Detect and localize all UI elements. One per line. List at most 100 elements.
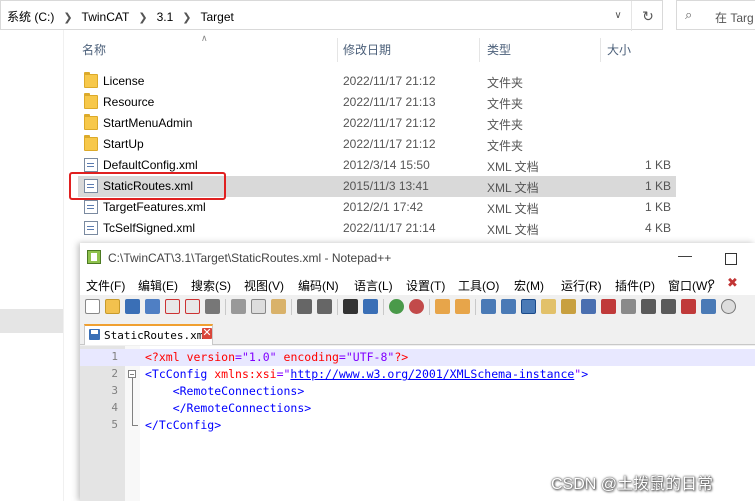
file-row-startup[interactable]: StartUp 2022/11/17 21:12 文件夹 [78, 134, 676, 155]
save-macro-icon[interactable] [681, 299, 696, 314]
file-type: 文件夹 [487, 97, 524, 111]
close-file-icon[interactable] [165, 299, 180, 314]
record-macro-icon[interactable] [601, 299, 616, 314]
paste-icon[interactable] [271, 299, 286, 314]
toolbar-separator [475, 299, 476, 315]
tab-label: StaticRoutes.xml [104, 329, 210, 342]
search-placeholder: 在 Targ [715, 11, 754, 25]
menu-window[interactable]: 窗口(W) [668, 277, 711, 294]
file-type: 文件夹 [487, 118, 524, 132]
watermark: CSDN @土拨鼠的日常 [551, 476, 714, 493]
code-line[interactable]: 2 <TcConfig xmlns:xsi="http://www.w3.org… [80, 366, 755, 383]
stop-recording-icon[interactable] [621, 299, 636, 314]
run-macro-multiple-icon[interactable] [661, 299, 676, 314]
sync-horizontal-icon[interactable] [455, 299, 470, 314]
notepadpp-title-bar[interactable]: C:\TwinCAT\3.1\Target\StaticRoutes.xml -… [80, 243, 755, 273]
file-name: TcSelfSigned.xml [103, 221, 196, 235]
minimize-icon[interactable]: — [677, 248, 693, 265]
indent-guide-icon[interactable] [521, 299, 536, 314]
breadcrumb-twincat[interactable]: TwinCAT [82, 10, 130, 24]
file-type: XML 文档 [487, 181, 539, 195]
menu-view[interactable]: 视图(V) [244, 277, 284, 294]
document-map-icon[interactable] [561, 299, 576, 314]
file-row-tcselfsigned[interactable]: TcSelfSigned.xml 2022/11/17 21:14 XML 文档… [78, 218, 676, 239]
function-list-icon[interactable] [581, 299, 596, 314]
column-header-type[interactable]: 类型 [487, 38, 511, 62]
search-input[interactable]: ⌕ 在 Targ [676, 0, 755, 30]
address-bar[interactable]: 系统 (C:) ❯ TwinCAT ❯ 3.1 ❯ Target ∨ ↻ [0, 0, 663, 31]
column-divider[interactable] [600, 38, 601, 62]
chevron-right-icon: ❯ [138, 12, 148, 24]
close-tab-icon[interactable]: ✕ [202, 328, 212, 339]
column-header-date[interactable]: 修改日期 [343, 38, 391, 62]
close-document-icon[interactable]: ✖ [727, 275, 738, 291]
fold-toggle-icon[interactable] [128, 370, 136, 378]
column-divider[interactable] [479, 38, 480, 62]
tab-staticroutes[interactable]: StaticRoutes.xml ✕ [84, 324, 213, 345]
menu-settings[interactable]: 设置(T) [406, 277, 445, 294]
breadcrumb-drive[interactable]: 系统 (C:) [7, 10, 54, 24]
code-line[interactable]: 3 <RemoteConnections> [80, 383, 755, 400]
cut-icon[interactable] [231, 299, 246, 314]
menu-run[interactable]: 运行(R) [561, 277, 602, 294]
search-icon: ⌕ [685, 7, 693, 22]
save-all-icon[interactable] [145, 299, 160, 314]
replace-icon[interactable] [363, 299, 378, 314]
column-divider[interactable] [337, 38, 338, 62]
file-row-license[interactable]: License 2022/11/17 21:12 文件夹 [78, 71, 676, 92]
close-all-icon[interactable] [185, 299, 200, 314]
line-number: 5 [111, 418, 118, 431]
zoom-out-icon[interactable] [409, 299, 424, 314]
menu-bar: 文件(F) 编辑(E) 搜索(S) 视图(V) 编码(N) 语言(L) 设置(T… [80, 273, 755, 295]
xml-file-icon [84, 200, 98, 214]
menu-file[interactable]: 文件(F) [86, 277, 125, 294]
undo-icon[interactable] [297, 299, 312, 314]
copy-icon[interactable] [251, 299, 266, 314]
file-size: 1 KB [644, 200, 671, 214]
toolbar-separator [337, 299, 338, 315]
file-date: 2022/11/17 21:12 [343, 116, 436, 130]
navigation-pane[interactable] [0, 30, 64, 501]
show-all-characters-icon[interactable] [501, 299, 516, 314]
breadcrumb-version[interactable]: 3.1 [157, 10, 174, 24]
zoom-in-icon[interactable] [389, 299, 404, 314]
monitoring-icon[interactable] [701, 299, 716, 314]
file-date: 2022/11/17 21:12 [343, 137, 436, 151]
eye-icon[interactable] [721, 299, 736, 314]
redo-icon[interactable] [317, 299, 332, 314]
menu-edit[interactable]: 编辑(E) [138, 277, 178, 294]
code-line[interactable]: 4 </RemoteConnections> [80, 400, 755, 417]
menu-language[interactable]: 语言(L) [354, 277, 393, 294]
menu-macro[interactable]: 宏(M) [514, 277, 544, 294]
file-row-targetfeatures[interactable]: TargetFeatures.xml 2012/2/1 17:42 XML 文档… [78, 197, 676, 218]
maximize-icon[interactable] [725, 253, 737, 265]
code-line[interactable]: 5 </TcConfig> [80, 417, 755, 434]
file-row-resource[interactable]: Resource 2022/11/17 21:13 文件夹 [78, 92, 676, 113]
breadcrumb-target[interactable]: Target [200, 10, 233, 24]
column-header-size[interactable]: 大小 [607, 38, 631, 62]
column-header-name[interactable]: 名称 [82, 38, 106, 62]
line-number: 4 [111, 401, 118, 414]
save-icon[interactable] [125, 299, 140, 314]
file-name: StartMenuAdmin [103, 116, 193, 130]
file-row-startmenuadmin[interactable]: StartMenuAdmin 2022/11/17 21:12 文件夹 [78, 113, 676, 134]
find-icon[interactable] [343, 299, 358, 314]
menu-tools[interactable]: 工具(O) [458, 277, 499, 294]
open-file-icon[interactable] [105, 299, 120, 314]
new-file-icon[interactable] [85, 299, 100, 314]
sync-vertical-icon[interactable] [435, 299, 450, 314]
navigation-pane-selected-item[interactable] [0, 309, 63, 333]
menu-encoding[interactable]: 编码(N) [298, 277, 339, 294]
refresh-icon[interactable]: ↻ [637, 6, 659, 26]
word-wrap-icon[interactable] [481, 299, 496, 314]
menu-help[interactable]: ? [708, 277, 715, 291]
print-icon[interactable] [205, 299, 220, 314]
folder-as-workspace-icon[interactable] [541, 299, 556, 314]
menu-plugins[interactable]: 插件(P) [615, 277, 655, 294]
code-line[interactable]: 1 <?xml version="1.0" encoding="UTF-8"?> [80, 349, 755, 366]
chevron-right-icon: ❯ [63, 12, 73, 24]
address-dropdown-icon[interactable]: ∨ [609, 7, 627, 25]
playback-macro-icon[interactable] [641, 299, 656, 314]
menu-search[interactable]: 搜索(S) [191, 277, 231, 294]
file-size: 4 KB [644, 221, 671, 235]
